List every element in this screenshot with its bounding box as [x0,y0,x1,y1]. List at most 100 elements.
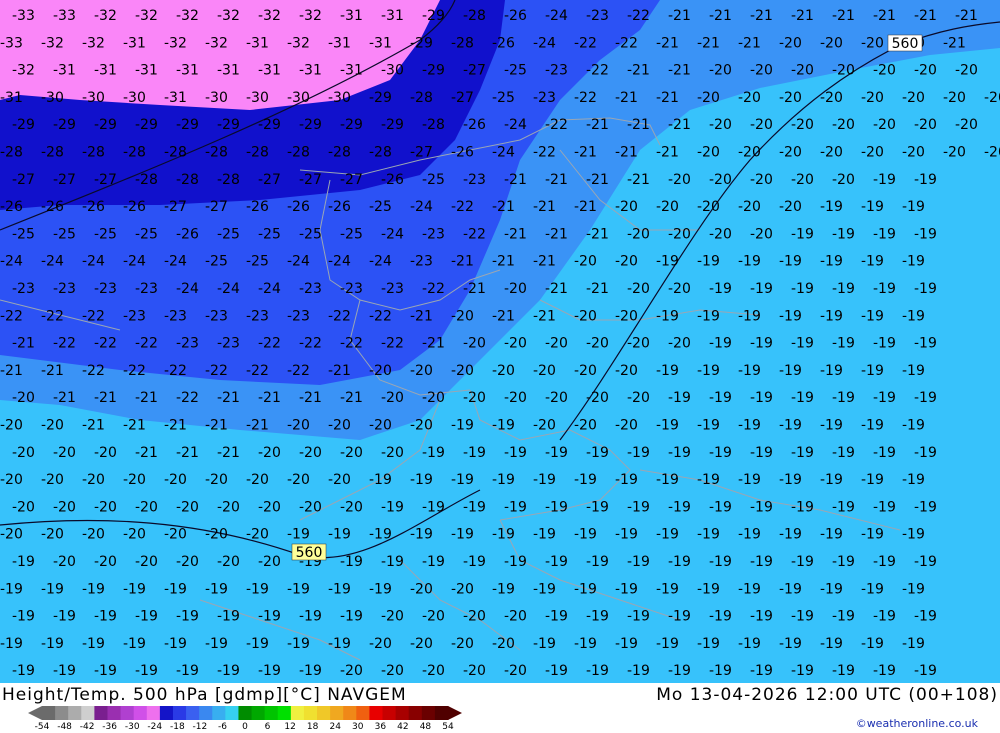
temperature-value: -19 [656,254,679,270]
temperature-value: -19 [914,663,937,679]
temperature-value: -19 [873,336,896,352]
temperature-value: -20 [791,117,814,133]
temperature-value: -21 [873,8,896,24]
temperature-value: -24 [82,254,105,270]
temperature-value: -20 [82,472,105,488]
temperature-value: -26 [123,199,146,215]
temperature-value: -21 [492,308,515,324]
temperature-value: -29 [340,117,363,133]
temperature-value: -20 [451,636,474,652]
color-scale-swatch [264,706,279,720]
temperature-value: -19 [791,336,814,352]
temperature-value: -21 [82,418,105,434]
temperature-value: -21 [627,172,650,188]
temperature-value: -21 [574,199,597,215]
temperature-value: -19 [205,636,228,652]
temperature-value: -19 [709,336,732,352]
temperature-value: -19 [574,527,597,543]
temperature-value: -29 [299,117,322,133]
temperature-value: -31 [176,63,199,79]
temperature-value: -20 [12,499,35,515]
color-scale-swatch [434,706,449,720]
temperature-value: -25 [369,199,392,215]
temperature-value: -19 [533,581,556,597]
temperature-value: -19 [0,581,23,597]
temperature-value: -19 [656,418,679,434]
temperature-value: -19 [902,472,925,488]
temperature-value: -19 [545,499,568,515]
temperature-value: -19 [779,363,802,379]
temperature-value: -19 [205,581,228,597]
temperature-value: -19 [135,609,158,625]
temperature-value: -21 [545,172,568,188]
temperature-value: -30 [287,90,310,106]
temperature-value: -19 [287,636,310,652]
temperature-value: -20 [750,117,773,133]
temperature-value: -20 [668,226,691,242]
color-scale-swatch [107,706,122,720]
temperature-value: -20 [709,226,732,242]
temperature-value: -20 [217,499,240,515]
temperature-value: -19 [586,499,609,515]
temperature-value: -19 [697,418,720,434]
temperature-value: -19 [328,527,351,543]
temperature-value: -20 [738,145,761,161]
temperature-value: -20 [820,35,843,51]
temperature-value: -21 [217,445,240,461]
credit-link[interactable]: ©weatheronline.co.uk [856,717,978,730]
temperature-value: -28 [217,172,240,188]
color-scale-swatch [81,706,95,720]
temperature-value: -21 [668,117,691,133]
temperature-value: -29 [258,117,281,133]
color-scale-swatch [382,706,397,720]
temperature-value: -19 [861,636,884,652]
temperature-value: -19 [492,581,515,597]
temperature-value: -19 [738,308,761,324]
map-title: Height/Temp. 500 hPa [gdmp][°C] NAVGEM [2,685,407,705]
temperature-value: -19 [504,445,527,461]
temperature-value: -19 [832,499,855,515]
color-scale-labels: -54 -48 -42 -36 -30 -24 -18 -12 -6 0 6 12 18 24 30 36 42… [0,722,480,733]
temperature-value: -19 [902,308,925,324]
temperature-value: -24 [410,199,433,215]
temperature-value: -19 [369,581,392,597]
temperature-value: -22 [41,308,64,324]
temperature-value: -22 [627,8,650,24]
temperature-value: -19 [615,581,638,597]
temperature-value: -25 [492,90,515,106]
temperature-value: -19 [902,581,925,597]
temperature-value: -20 [164,527,187,543]
temperature-value: -20 [135,499,158,515]
temperature-value: -19 [627,499,650,515]
temperature-value: -20 [832,117,855,133]
temperature-value: -22 [574,90,597,106]
color-scale-swatch [421,706,436,720]
color-scale-swatch [94,706,108,720]
temperature-value: -21 [832,8,855,24]
temperature-value: -19 [258,663,281,679]
color-scale-label: 18 [306,722,319,732]
color-scale-label: 24 [329,722,341,732]
temperature-value: -31 [340,8,363,24]
temperature-value: -19 [697,308,720,324]
temperature-value: -21 [41,363,64,379]
temperature-value: -33 [0,35,23,51]
temperature-value: -19 [791,499,814,515]
color-scale-label: -48 [57,722,72,732]
temperature-value: -21 [656,35,679,51]
temperature-value: -31 [0,90,23,106]
temperature-value: -24 [287,254,310,270]
temperature-value: -25 [504,63,527,79]
temperature-value: -20 [258,445,281,461]
temperature-value: -28 [123,145,146,161]
temperature-value: -19 [832,390,855,406]
temperature-value: -19 [656,308,679,324]
temperature-value: -20 [463,390,486,406]
temperature-value: -19 [820,363,843,379]
temperature-value: -19 [369,472,392,488]
temperature-value: -21 [0,363,23,379]
temperature-value: -31 [328,35,351,51]
temperature-value: -19 [914,554,937,570]
temperature-value: -19 [697,363,720,379]
temperature-value: -19 [463,499,486,515]
